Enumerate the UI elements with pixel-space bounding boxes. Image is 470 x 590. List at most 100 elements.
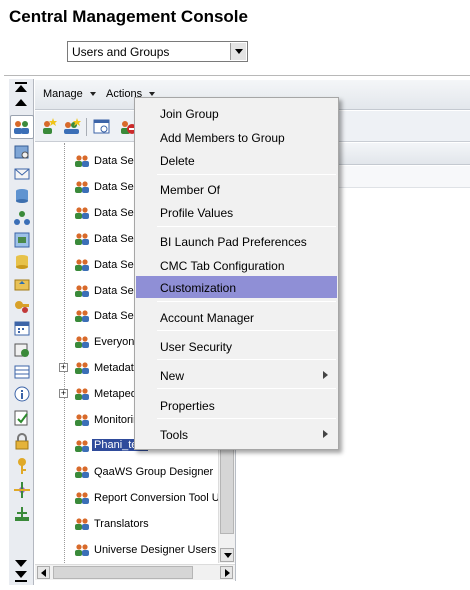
tree-horizontal-scrollbar[interactable] [35,564,235,580]
menu-separator [157,388,336,389]
lock-tab-icon[interactable] [13,433,31,451]
federation-tab-icon[interactable] [13,505,31,523]
menu-item-user-security[interactable]: User Security [136,335,337,357]
menu-item-label: CMC Tab Configuration [160,259,285,273]
chevron-down-icon[interactable] [230,43,246,60]
properties-icon[interactable] [93,118,111,135]
categories-tab-icon[interactable] [13,363,31,381]
nav-scroll-top-icon[interactable] [11,82,31,93]
scroll-down-icon[interactable] [220,548,234,562]
tree-item-label: Data Ser [94,181,138,193]
expand-icon[interactable]: + [59,389,68,398]
group-icon [74,386,90,402]
menu-item-label: Profile Values [160,206,234,220]
tree-item-label: Metaped [94,388,137,400]
network-tab-icon[interactable] [13,209,31,227]
menu-item-bi-launch-pad[interactable]: BI Launch Pad Preferences [136,230,337,252]
menu-item-label: Account Manager [160,311,255,325]
servers-tab-icon[interactable] [13,143,31,161]
group-icon [74,412,90,428]
view-select-value: Users and Groups [72,45,170,59]
view-select[interactable]: Users and Groups [67,41,248,62]
connections-tab-icon[interactable] [13,231,31,249]
tree-item[interactable]: Universe Designer Users [35,542,235,558]
database-tab-icon[interactable] [13,187,31,205]
group-icon [74,490,90,506]
menu-separator [157,418,336,419]
tree-item-label: Data Ser [94,207,138,219]
menu-item-properties[interactable]: Properties [136,394,337,416]
menu-separator [157,330,336,331]
nav-scroll-down-icon[interactable] [11,558,31,569]
menu-item-tools[interactable]: Tools [136,423,337,445]
menu-item-label: Properties [160,399,215,413]
group-icon [74,231,90,247]
folders-tab-icon[interactable] [13,275,31,293]
tree-item-label: Data Ser [94,233,138,245]
left-nav-strip [9,79,34,585]
chevron-down-icon [149,92,156,97]
scroll-left-icon[interactable] [37,566,50,579]
menu-item-label: Add Members to Group [160,131,285,145]
menu-item-cmc-tab-config[interactable]: CMC Tab Configuration [136,254,337,276]
tree-item[interactable]: QaaWS Group Designer [35,464,235,480]
group-icon [74,334,90,350]
group-icon [74,257,90,273]
menu-separator [157,226,336,227]
menu-item-new[interactable]: New [136,364,337,386]
tree-item-label: QaaWS Group Designer [94,466,214,478]
expand-icon[interactable]: + [59,363,68,372]
tree-item-label: Universe Designer Users [94,544,217,556]
nav-scroll-bottom-icon[interactable] [11,571,31,582]
events-tab-icon[interactable] [13,341,31,359]
tree-item[interactable]: Translators [35,516,235,532]
page-title: Central Management Console [9,7,248,26]
info-tab-icon[interactable] [13,385,31,403]
tree-item-label: Translators [94,518,149,530]
group-icon [74,360,90,376]
menu-item-label: Tools [160,428,189,442]
actions-context-menu: Join Group Add Members to Group Delete M… [134,97,339,450]
menu-item-profile-values[interactable]: Profile Values [136,201,337,223]
new-group-icon[interactable] [63,118,81,135]
menu-item-add-members[interactable]: Add Members to Group [136,126,337,148]
new-user-icon[interactable] [40,118,58,135]
tree-item-label: Data Ser [94,259,138,271]
universes-tab-icon[interactable] [13,253,31,271]
inbox-tab-icon[interactable] [13,165,31,183]
scrollbar-thumb[interactable] [53,566,193,579]
tree-item-label: Report Conversion Tool U [94,492,220,504]
menu-item-join-group[interactable]: Join Group [136,102,337,124]
access-levels-tab-icon[interactable] [13,297,31,315]
menu-item-label: Delete [160,154,195,168]
manage-menu[interactable]: Manage [43,88,96,100]
toolbar-separator [86,118,87,136]
menu-item-label: Join Group [160,107,219,121]
key-tab-icon[interactable] [13,457,31,475]
license-tab-icon[interactable] [13,409,31,427]
group-icon [74,153,90,169]
menu-item-delete[interactable]: Delete [136,149,337,171]
calendar-tab-icon[interactable] [13,319,31,337]
group-icon [74,464,90,480]
menu-item-member-of[interactable]: Member Of [136,178,337,200]
tree-item-label: Everyon [94,336,135,348]
nav-scroll-up-icon[interactable] [11,97,31,108]
menu-item-label: New [160,369,185,383]
tree-item[interactable]: Report Conversion Tool U [35,490,235,506]
applications-tab-icon[interactable] [13,481,31,499]
tree-item-label: Metadat [94,362,134,374]
menu-item-account-manager[interactable]: Account Manager [136,306,337,328]
group-icon [74,283,90,299]
users-groups-tab-icon[interactable] [10,115,34,139]
tree-item-label: Monitorin [94,414,140,426]
group-icon [74,308,90,324]
scroll-right-icon[interactable] [220,566,233,579]
group-icon [74,205,90,221]
group-icon [74,179,90,195]
manage-menu-label: Manage [43,88,83,100]
menu-separator [157,301,336,302]
chevron-right-icon [323,430,328,438]
menu-separator [157,359,336,360]
menu-item-customization[interactable]: Customization [136,276,337,298]
